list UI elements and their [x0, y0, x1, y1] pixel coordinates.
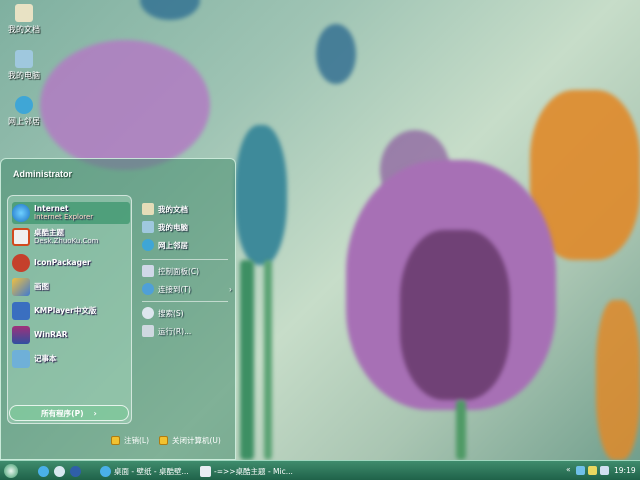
internet-explorer-icon [12, 204, 30, 222]
recent-notepad[interactable]: 记事本 [12, 348, 130, 370]
computer-icon [142, 221, 154, 233]
user-name: Administrator [13, 169, 73, 179]
desktop-icon [54, 465, 65, 477]
winrar-icon [12, 326, 30, 344]
computer-icon [15, 50, 33, 68]
taskbar-task-theme[interactable]: -=>>桌酷主题 - Mic... [200, 463, 296, 479]
zhuoku-theme-icon [12, 228, 30, 246]
recent-paint[interactable]: 画图 [12, 276, 130, 298]
kmplayer-icon [12, 302, 30, 320]
places-my-computer[interactable]: 我的电脑 [142, 219, 232, 235]
documents-folder-icon [15, 4, 33, 22]
pinned-internet-explorer[interactable]: Internet Internet Explorer [12, 202, 130, 224]
update-tray-icon[interactable] [600, 466, 609, 475]
recent-kmplayer[interactable]: KMPlayer中文版 [12, 300, 130, 322]
media-player-icon [70, 465, 81, 477]
settings-control-panel[interactable]: 控制面板(C) [142, 263, 232, 279]
shutdown-button[interactable]: 关闭计算机(U) [159, 435, 221, 446]
chevron-right-icon: › [93, 408, 97, 418]
search-icon [142, 307, 154, 319]
start-button[interactable] [4, 463, 18, 479]
logoff-button[interactable]: 注销(L) [111, 435, 149, 446]
key-icon [111, 436, 120, 445]
control-panel-icon [142, 265, 154, 277]
power-icon [159, 436, 168, 445]
tools-run[interactable]: 运行(R)... [142, 323, 232, 339]
notepad-icon [12, 350, 30, 368]
recent-winrar[interactable]: WinRAR [12, 324, 130, 346]
network-icon [15, 96, 33, 114]
taskbar: 桌面 - 壁纸 - 桌酷壁... -=>>桌酷主题 - Mic... « 19:… [0, 460, 640, 480]
start-orb-icon [4, 464, 18, 478]
recent-iconpackager[interactable]: IconPackager [12, 252, 130, 274]
programs-pane: Internet Internet Explorer 桌酷主题 Desk.Zhu… [7, 195, 132, 424]
tools-search[interactable]: 搜索(S) [142, 305, 232, 321]
chevron-right-icon: › [229, 284, 232, 294]
document-icon [200, 465, 211, 477]
iconpackager-icon [12, 254, 30, 272]
clock[interactable]: 19:19 [614, 466, 636, 475]
internet-explorer-icon [38, 465, 49, 477]
paint-icon [12, 278, 30, 296]
connect-to-icon [142, 283, 154, 295]
desktop-icon-network[interactable]: 网上邻居 [2, 96, 46, 127]
volume-tray-icon[interactable] [588, 466, 597, 475]
quicklaunch-ie[interactable] [38, 463, 49, 479]
start-menu: Administrator Internet Internet Explorer… [0, 158, 236, 460]
places-network[interactable]: 网上邻居 [142, 237, 232, 253]
desktop-icon-my-computer[interactable]: 我的电脑 [2, 50, 46, 81]
network-tray-icon[interactable] [576, 466, 585, 475]
pinned-zhuoku-theme[interactable]: 桌酷主题 Desk.ZhuoKu.Com [12, 226, 130, 248]
network-icon [142, 239, 154, 251]
browser-icon [100, 465, 111, 477]
taskbar-task-wallpaper[interactable]: 桌面 - 壁纸 - 桌酷壁... [100, 463, 194, 479]
all-programs-button[interactable]: 所有程序(P) › [9, 405, 129, 421]
menu-divider [142, 259, 228, 260]
quicklaunch-desktop[interactable] [54, 463, 65, 479]
quicklaunch-media[interactable] [70, 463, 81, 479]
run-icon [142, 325, 154, 337]
desktop-icon-my-documents[interactable]: 我的文档 [2, 4, 46, 35]
menu-divider [142, 301, 228, 302]
settings-connect-to[interactable]: 连接到(T) › [142, 281, 232, 297]
documents-icon [142, 203, 154, 215]
tray-expand-icon[interactable]: « [566, 465, 571, 474]
places-my-documents[interactable]: 我的文档 [142, 201, 232, 217]
